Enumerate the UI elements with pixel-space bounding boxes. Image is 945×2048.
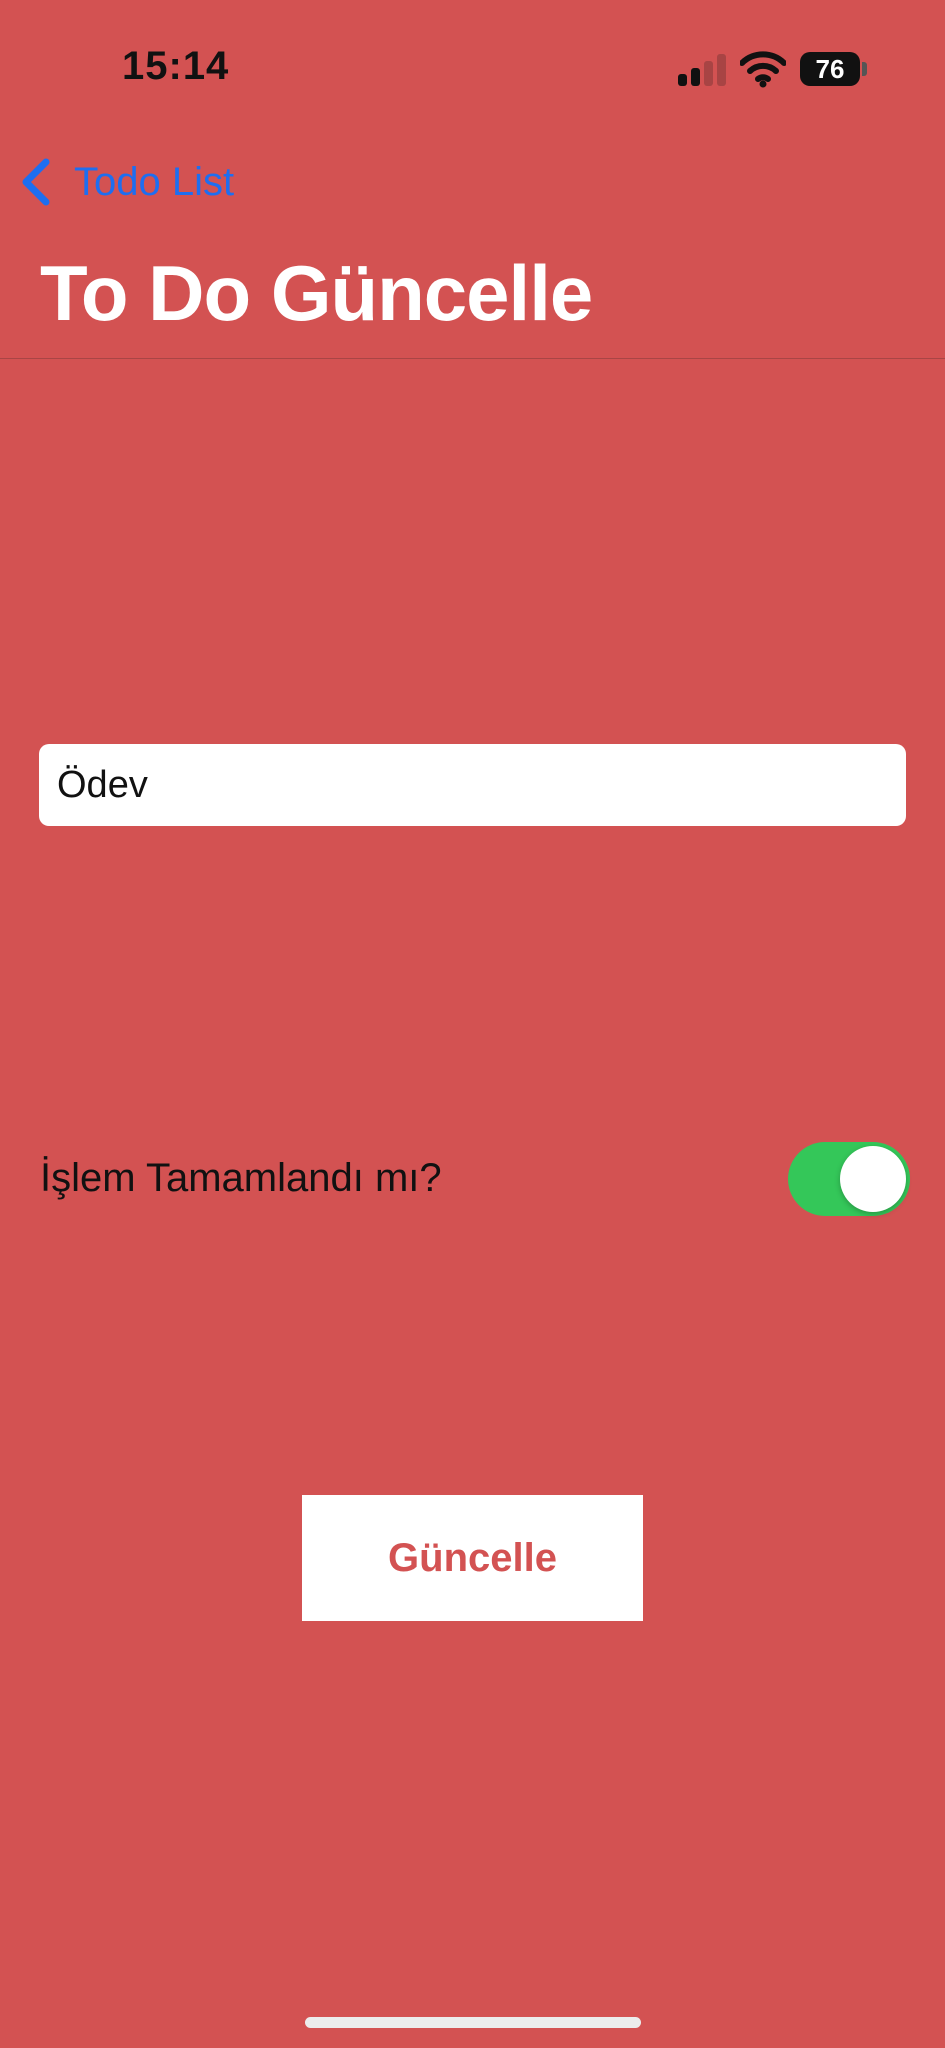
completed-toggle[interactable]	[788, 1142, 910, 1216]
battery-level: 76	[815, 54, 845, 84]
completed-toggle-label: İşlem Tamamlandı mı?	[40, 1156, 442, 1200]
task-name-input[interactable]	[39, 744, 906, 826]
back-button[interactable]: Todo List	[20, 156, 234, 208]
back-button-label: Todo List	[74, 159, 235, 204]
status-bar: 15:14 76	[0, 0, 945, 140]
update-button[interactable]: Güncelle	[302, 1495, 643, 1621]
nav-divider	[0, 358, 945, 359]
toggle-knob	[840, 1146, 906, 1212]
battery-cap	[862, 62, 867, 76]
battery-icon: 76	[800, 52, 860, 86]
status-time: 15:14	[122, 44, 230, 88]
wifi-icon	[740, 51, 786, 88]
page-title: To Do Güncelle	[40, 249, 593, 337]
chevron-left-icon	[22, 158, 50, 206]
home-indicator[interactable]	[305, 2017, 641, 2028]
cellular-signal-icon	[678, 54, 728, 86]
